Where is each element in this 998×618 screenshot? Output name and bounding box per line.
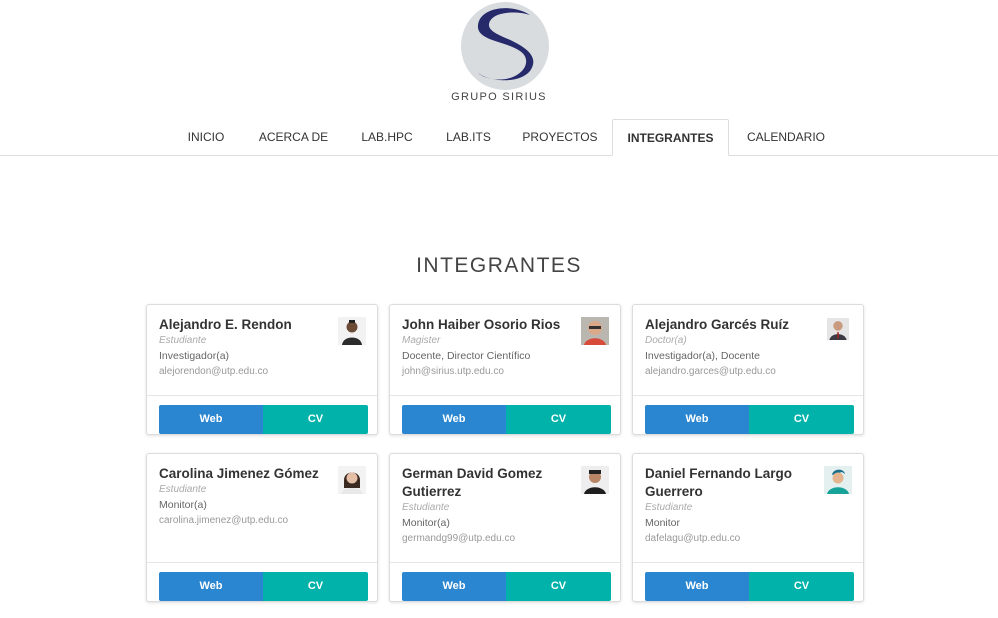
nav-item-integrantes[interactable]: INTEGRANTES [612, 119, 729, 156]
member-email: carolina.jimenez@utp.edu.co [159, 515, 289, 526]
card-footer: Web CV [147, 395, 377, 434]
cv-button[interactable]: CV [506, 572, 611, 601]
member-email: john@sirius.utp.edu.co [402, 366, 504, 377]
nav-item-inicio[interactable]: INICIO [170, 119, 242, 155]
nav-item-lab-hpc[interactable]: LAB.HPC [345, 119, 429, 155]
member-role: Investigador(a), Docente [645, 350, 760, 362]
member-name: Alejandro Garcés Ruíz [645, 317, 790, 332]
member-avatar [824, 466, 852, 494]
member-name: German David Gomez Gutierrez [402, 466, 543, 499]
cv-button[interactable]: CV [749, 572, 854, 601]
member-card: John Haiber Osorio Rios Magister Docente… [389, 304, 621, 435]
nav-item-calendario[interactable]: CALENDARIO [730, 119, 842, 155]
web-button[interactable]: Web [402, 405, 506, 434]
member-degree: Estudiante [645, 502, 693, 513]
brand-name: GRUPO SIRIUS [451, 91, 547, 103]
member-email: alejandro.garces@utp.edu.co [645, 366, 776, 377]
card-footer: Web CV [633, 395, 863, 434]
member-card: Alejandro E. Rendon Estudiante Investiga… [146, 304, 378, 435]
nav-item-acerca-de[interactable]: ACERCA DE [243, 119, 344, 155]
cv-button[interactable]: CV [263, 572, 368, 601]
member-degree: Estudiante [159, 484, 207, 495]
member-name: John Haiber Osorio Rios [402, 317, 561, 332]
web-button[interactable]: Web [159, 572, 263, 601]
member-card: Daniel Fernando Largo Guerrero Estudiant… [632, 453, 864, 602]
cv-button[interactable]: CV [506, 405, 611, 434]
main-nav: INICIO ACERCA DE LAB.HPC LAB.ITS PROYECT… [0, 119, 998, 156]
member-degree: Magister [402, 335, 441, 346]
member-degree: Doctor(a) [645, 335, 687, 346]
member-role: Monitor [645, 517, 681, 529]
web-button[interactable]: Web [159, 405, 263, 434]
nav-item-lab-its[interactable]: LAB.ITS [430, 119, 507, 155]
member-name: Alejandro E. Rendon [159, 317, 292, 332]
card-footer: Web CV [390, 395, 620, 434]
member-avatar [338, 317, 366, 345]
cv-button[interactable]: CV [263, 405, 368, 434]
member-email: alejorendon@utp.edu.co [159, 366, 269, 377]
card-footer: Web CV [147, 562, 377, 601]
member-avatar [581, 466, 609, 494]
card-footer: Web CV [633, 562, 863, 601]
web-button[interactable]: Web [402, 572, 506, 601]
nav-item-proyectos[interactable]: PROYECTOS [508, 119, 612, 155]
member-card: German David Gomez Gutierrez Estudiante … [389, 453, 621, 602]
member-role: Monitor(a) [159, 499, 207, 511]
section-title: INTEGRANTES [416, 254, 582, 277]
member-card: Carolina Jimenez Gómez Estudiante Monito… [146, 453, 378, 602]
member-email: germandg99@utp.edu.co [402, 533, 516, 544]
member-role: Docente, Director Científico [402, 350, 531, 362]
member-email: dafelagu@utp.edu.co [645, 533, 741, 544]
member-name: Daniel Fernando Largo Guerrero [645, 466, 793, 499]
web-button[interactable]: Web [645, 405, 749, 434]
cv-button[interactable]: CV [749, 405, 854, 434]
grupo-sirius-logo[interactable] [460, 1, 550, 91]
member-avatar [827, 318, 849, 340]
web-button[interactable]: Web [645, 572, 749, 601]
member-degree: Estudiante [159, 335, 207, 346]
member-degree: Estudiante [402, 502, 450, 513]
member-name: Carolina Jimenez Gómez [159, 466, 319, 481]
member-card: Alejandro Garcés Ruíz Doctor(a) Investig… [632, 304, 864, 435]
card-footer: Web CV [390, 562, 620, 601]
member-avatar [581, 317, 609, 345]
member-role: Monitor(a) [402, 517, 450, 529]
member-avatar [338, 466, 366, 494]
member-role: Investigador(a) [159, 350, 230, 362]
